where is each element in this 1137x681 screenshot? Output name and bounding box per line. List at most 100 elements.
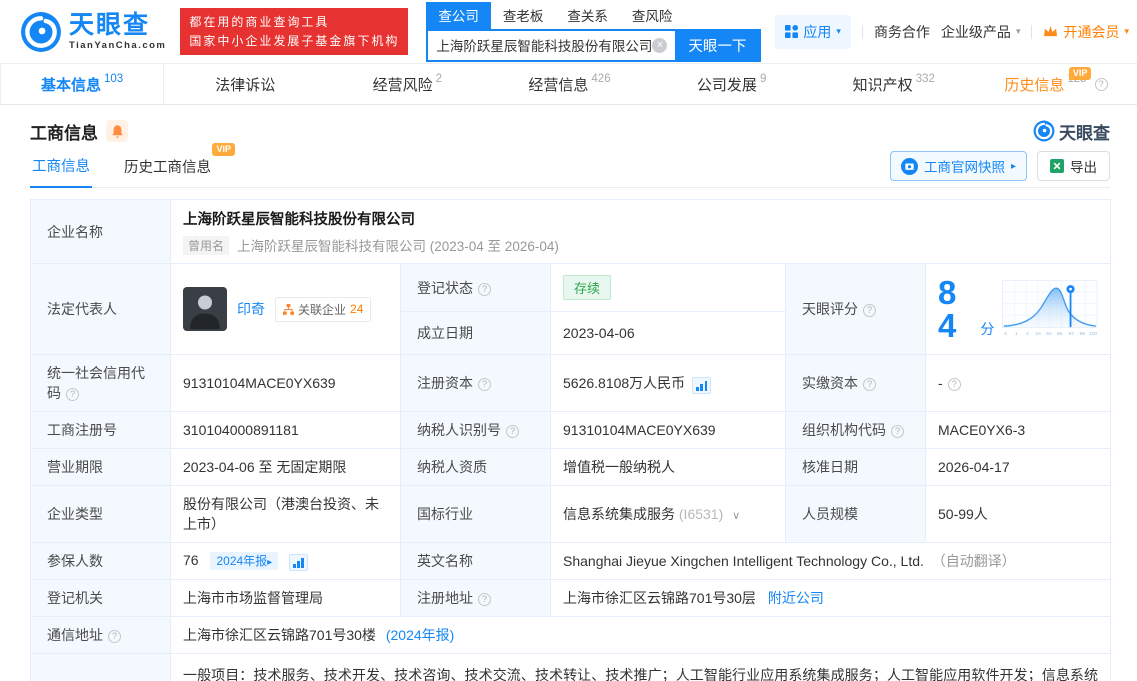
legal-rep-cell: 印奇 关联企业 24 [171,264,401,355]
logo-swirl-icon [20,11,62,53]
taxpayer-quality-cell: 增值税一般纳税人 [551,449,786,486]
svg-text:100: 100 [1089,331,1098,337]
apps-menu[interactable]: 应用 ▾ [775,15,851,49]
svg-text:50: 50 [1047,331,1053,337]
insured-count-cell: 76 2024年报▸ [171,543,401,580]
score-value: 84 [938,276,972,342]
industry-code: (I6531) [679,506,723,522]
tianyan-score-cell[interactable]: 84 分 [926,264,1111,355]
help-icon[interactable]: ? [108,630,121,643]
insured-trend-icon[interactable] [289,554,308,571]
tab-count: 103 [104,73,123,85]
help-icon[interactable]: ? [863,304,876,317]
chevron-down-icon[interactable]: ∨ [732,510,740,522]
subtab-history-business-registration[interactable]: VIP 历史工商信息 [122,156,213,187]
reg-authority-cell: 上海市市场监督管理局 [171,580,401,617]
field-label: 登记机关 [31,580,171,617]
table-row: 登记机关 上海市市场监督管理局 注册地址? 上海市徐汇区云锦路701号30层 附… [31,580,1111,617]
help-icon[interactable]: ? [948,378,961,391]
search-tab-risk[interactable]: 查风险 [620,2,685,29]
svg-text:85: 85 [1057,331,1063,337]
tab-count: 426 [591,73,610,85]
field-label: 国标行业 [401,486,551,543]
company-name-cell: 上海阶跃星辰智能科技股份有限公司 曾用名 上海阶跃星辰智能科技有限公司 (202… [171,200,1111,264]
search-tab-company[interactable]: 查公司 [426,2,491,29]
svg-text:97: 97 [1069,331,1075,337]
brand-name: 天眼查 [69,13,166,38]
former-name-tag: 曾用名 [183,236,229,255]
enterprise-products-menu[interactable]: 企业级产品 ▾ [941,22,1021,42]
table-row: 统一社会信用代码? 91310104MACE0YX639 注册资本? 5626.… [31,355,1111,412]
open-vip-menu[interactable]: 开通会员 ▾ [1043,22,1129,42]
watermark-swirl-icon [1033,120,1055,142]
tab-count: 9 [760,73,766,85]
tab-legal-proceedings[interactable]: 法律诉讼 [164,64,326,104]
help-icon[interactable]: ? [66,388,79,401]
export-button[interactable]: 导出 [1037,151,1110,181]
help-icon[interactable]: ? [1095,78,1108,91]
search-tab-boss[interactable]: 查老板 [491,2,556,29]
clear-search-icon[interactable]: × [652,38,667,53]
reg-address: 上海市徐汇区云锦路701号30层 [563,590,756,606]
related-count: 24 [350,302,363,316]
snapshot-label: 工商官网快照 [924,156,1005,176]
tab-intellectual-property[interactable]: 知识产权 332 [813,64,975,104]
subscribe-bell-icon[interactable] [106,120,128,142]
company-name: 上海阶跃星辰智能科技股份有限公司 [183,208,1098,229]
tianyancha-logo[interactable]: 天眼查 TianYanCha.com [20,11,166,53]
help-icon[interactable]: ? [478,378,491,391]
tab-history-info[interactable]: VIP 历史信息 125 ? [975,64,1137,104]
chevron-down-icon: ▾ [836,26,841,37]
business-term-cell: 2023-04-06 至 无固定期限 [171,449,401,486]
capital-trend-icon[interactable] [692,377,711,394]
search-tab-relation[interactable]: 查关系 [555,2,620,29]
search-button[interactable]: 天眼一下 [675,31,759,60]
annual-report-label: 2024年报 [216,554,267,568]
mail-address: 上海市徐汇区云锦路701号30楼 [183,627,376,643]
business-cooperation-link[interactable]: 商务合作 [874,22,930,42]
score-unit: 分 [980,319,994,339]
top-header: 天眼查 TianYanCha.com 都在用的商业查询工具 国家中小企业发展子基… [0,0,1137,64]
related-companies-badge[interactable]: 关联企业 24 [275,297,371,322]
subtab-business-registration[interactable]: 工商信息 [30,155,92,188]
tab-basic-info[interactable]: 基本信息 103 [0,64,164,104]
tab-operating-risk[interactable]: 经营风险 2 [326,64,488,104]
industry-value: 信息系统集成服务 [563,506,675,522]
tab-label: 经营风险 [373,74,433,95]
legal-rep-name-link[interactable]: 印奇 [237,299,265,319]
search-input[interactable]: 上海阶跃星辰智能科技股份有限公司 × [428,31,675,60]
field-label: 统一社会信用代码? [31,355,171,412]
field-label: 纳税人识别号? [401,412,551,449]
business-info-table: 企业名称 上海阶跃星辰智能科技股份有限公司 曾用名 上海阶跃星辰智能科技有限公司… [30,199,1111,681]
vip-badge: VIP [1069,67,1092,80]
tab-company-development[interactable]: 公司发展 9 [651,64,813,104]
divider [862,25,863,39]
help-icon[interactable]: ? [478,283,491,296]
field-label: 英文名称 [401,543,551,580]
apps-grid-icon [785,25,798,38]
legal-rep-avatar[interactable] [183,287,227,331]
establish-date-cell: 2023-04-06 [551,312,786,355]
promo-line-1: 都在用的商业查询工具 [189,13,399,32]
help-icon[interactable]: ? [478,593,491,606]
field-label: 核准日期 [786,449,926,486]
svg-text:99: 99 [1080,331,1086,337]
field-label: 登记状态? [401,264,551,312]
header-nav: 应用 ▾ 商务合作 企业级产品 ▾ 开通会员 ▾ 费米 ▾ [775,15,1137,49]
promo-banner: 都在用的商业查询工具 国家中小企业发展子基金旗下机构 [180,8,408,55]
reg-capital-value: 5626.8108万人民币 [563,375,685,391]
chevron-down-icon: ▾ [1016,26,1021,37]
tab-label: 历史信息 [1004,74,1064,95]
help-icon[interactable]: ? [891,425,904,438]
help-icon[interactable]: ? [863,378,876,391]
annual-report-link[interactable]: (2024年报) [386,627,454,643]
annual-report-chip[interactable]: 2024年报▸ [210,552,278,570]
insured-count: 76 [183,552,199,568]
official-snapshot-button[interactable]: 工商官网快照 ▸ [890,151,1027,181]
subtab-row: 工商信息 VIP 历史工商信息 工商官网快照 ▸ 导出 [30,152,1110,188]
help-icon[interactable]: ? [506,425,519,438]
industry-cell: 信息系统集成服务 (I6531) ∨ [551,486,786,543]
tab-business-info[interactable]: 经营信息 426 [488,64,650,104]
tianyancha-watermark: 天眼查 [1033,119,1110,144]
nearby-companies-link[interactable]: 附近公司 [768,590,824,606]
